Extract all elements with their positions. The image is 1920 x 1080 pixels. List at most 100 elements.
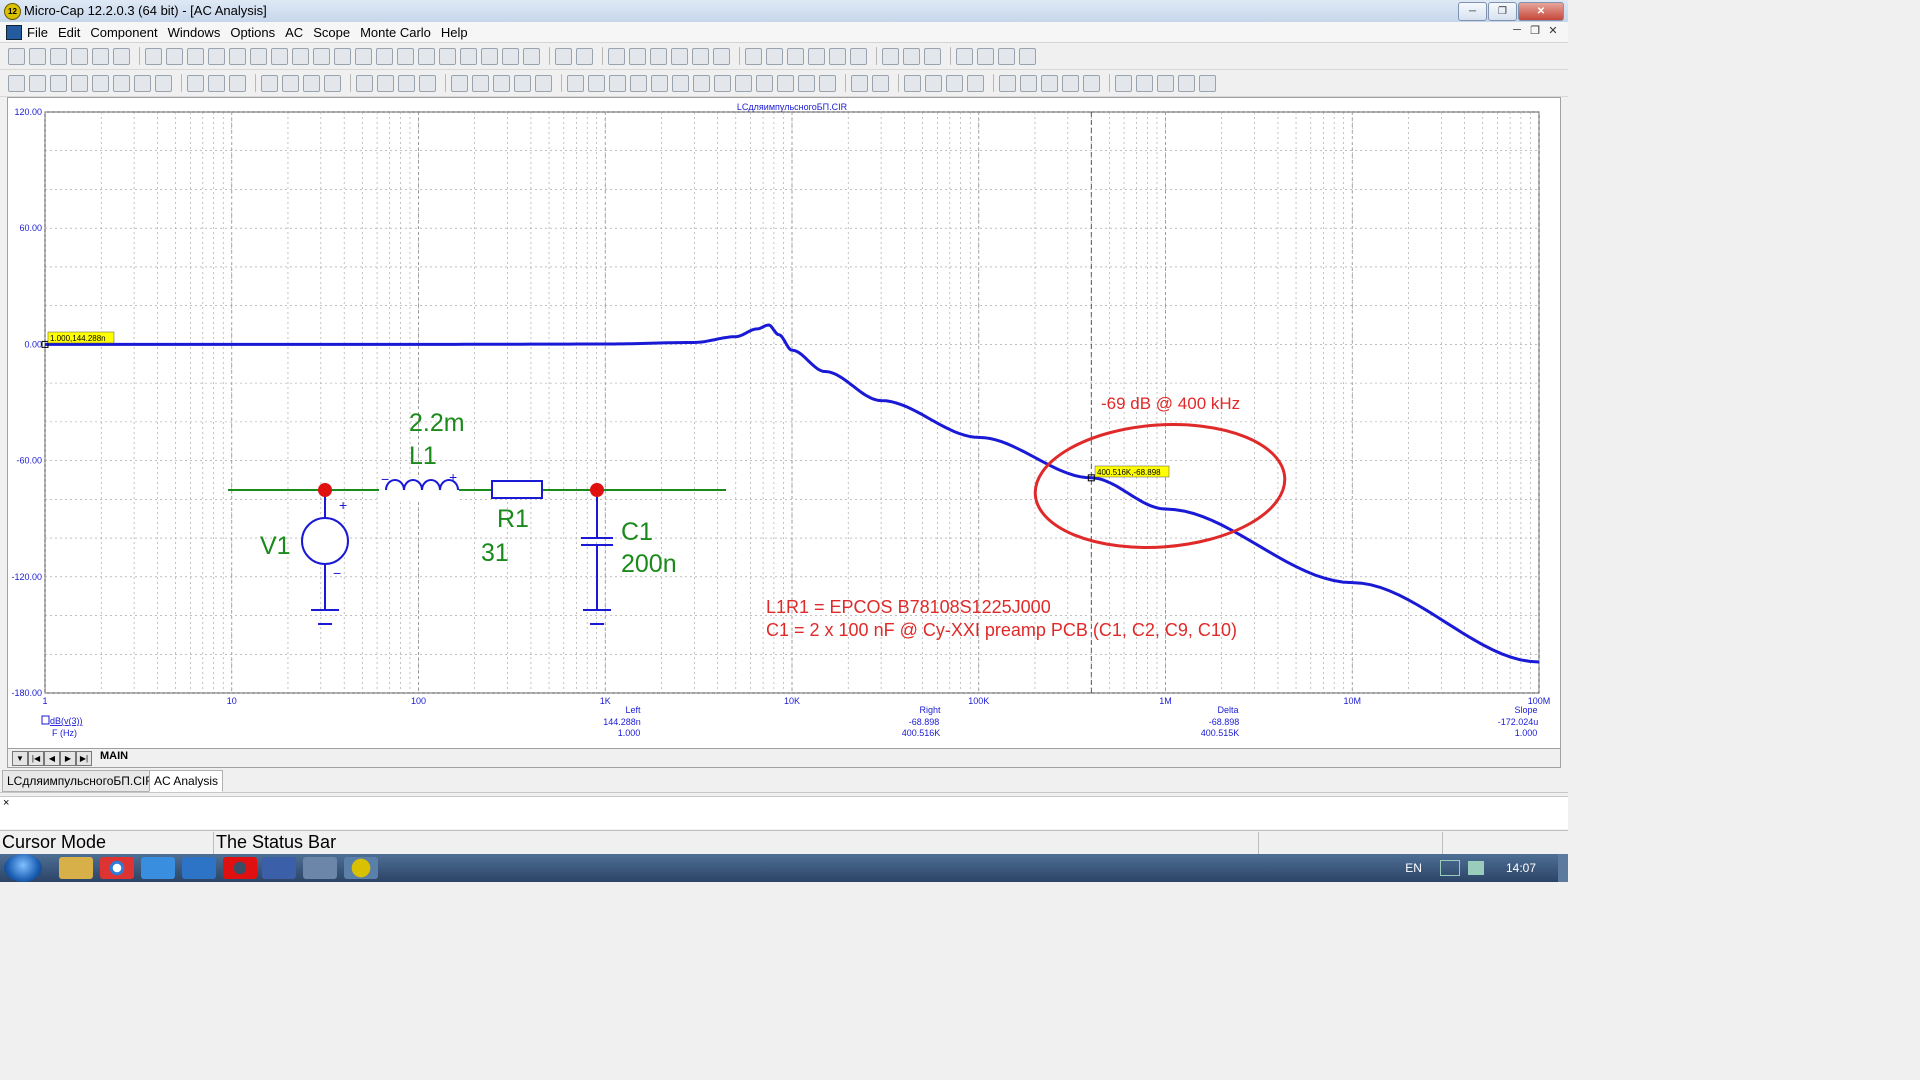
mdi-close-icon[interactable]: ✕ [1544, 24, 1562, 37]
restore-button[interactable]: ❐ [1488, 2, 1517, 21]
mdi-minimize-icon[interactable]: ─ [1508, 24, 1526, 37]
analysis-tool-icon[interactable] [904, 74, 921, 92]
save-disk-icon[interactable] [262, 857, 296, 879]
analysis-tool-icon[interactable] [1136, 74, 1153, 92]
network-icon[interactable] [1467, 861, 1484, 875]
main-tool-icon[interactable] [29, 47, 46, 65]
analysis-tool-icon[interactable] [630, 74, 647, 92]
main-tool-icon[interactable] [166, 47, 183, 65]
menu-options[interactable]: Options [230, 25, 275, 40]
main-tool-icon[interactable] [502, 47, 519, 65]
menu-scope[interactable]: Scope [313, 25, 350, 40]
analysis-tool-icon[interactable] [377, 74, 394, 92]
analysis-tool-icon[interactable] [946, 74, 963, 92]
analysis-tool-icon[interactable] [187, 74, 204, 92]
main-tool-icon[interactable] [481, 47, 498, 65]
main-tool-icon[interactable] [523, 47, 540, 65]
main-tool-icon[interactable] [576, 47, 593, 65]
main-tool-icon[interactable] [808, 47, 825, 65]
prev-page-button[interactable]: ◀ [44, 751, 60, 766]
analysis-tool-icon[interactable] [229, 74, 246, 92]
analysis-tool-icon[interactable] [1083, 74, 1100, 92]
close-button[interactable]: ✕ [1518, 2, 1564, 21]
analysis-tool-icon[interactable] [651, 74, 668, 92]
analysis-tool-icon[interactable] [872, 74, 889, 92]
app-window-icon[interactable] [182, 857, 216, 879]
first-page-button[interactable]: |◀ [28, 751, 44, 766]
clock[interactable]: 14:07 [1506, 861, 1536, 875]
main-tool-icon[interactable] [439, 47, 456, 65]
analysis-tool-icon[interactable] [419, 74, 436, 92]
analysis-tool-icon[interactable] [261, 74, 278, 92]
main-tool-icon[interactable] [608, 47, 625, 65]
analysis-tool-icon[interactable] [29, 74, 46, 92]
analysis-tool-icon[interactable] [999, 74, 1016, 92]
menu-ac[interactable]: AC [285, 25, 303, 40]
main-tool-icon[interactable] [882, 47, 899, 65]
analysis-tool-icon[interactable] [1020, 74, 1037, 92]
main-tool-icon[interactable] [187, 47, 204, 65]
last-page-button[interactable]: ▶| [76, 751, 92, 766]
internet-explorer-icon[interactable] [141, 857, 175, 879]
menu-edit[interactable]: Edit [58, 25, 80, 40]
main-tool-icon[interactable] [998, 47, 1015, 65]
analysis-tool-icon[interactable] [303, 74, 320, 92]
main-tool-icon[interactable] [113, 47, 130, 65]
main-tool-icon[interactable] [956, 47, 973, 65]
opera-icon[interactable] [223, 857, 257, 879]
main-tool-icon[interactable] [250, 47, 267, 65]
main-tool-icon[interactable] [903, 47, 920, 65]
main-tool-icon[interactable] [766, 47, 783, 65]
output-close-icon[interactable]: × [3, 797, 9, 809]
analysis-tool-icon[interactable] [324, 74, 341, 92]
main-tool-icon[interactable] [555, 47, 572, 65]
analysis-tool-icon[interactable] [735, 74, 752, 92]
main-tool-icon[interactable] [745, 47, 762, 65]
main-tool-icon[interactable] [1019, 47, 1036, 65]
analysis-tool-icon[interactable] [588, 74, 605, 92]
analysis-tool-icon[interactable] [50, 74, 67, 92]
menu-windows[interactable]: Windows [168, 25, 221, 40]
next-page-button[interactable]: ▶ [60, 751, 76, 766]
analysis-tool-icon[interactable] [514, 74, 531, 92]
analysis-tool-icon[interactable] [155, 74, 172, 92]
main-tool-icon[interactable] [977, 47, 994, 65]
analysis-tool-icon[interactable] [851, 74, 868, 92]
analysis-tool-icon[interactable] [1115, 74, 1132, 92]
minimize-button[interactable]: ─ [1458, 2, 1487, 21]
analysis-tool-icon[interactable] [398, 74, 415, 92]
main-tool-icon[interactable] [418, 47, 435, 65]
main-tool-icon[interactable] [208, 47, 225, 65]
main-tool-icon[interactable] [145, 47, 162, 65]
analysis-tool-icon[interactable] [819, 74, 836, 92]
analysis-tool-icon[interactable] [472, 74, 489, 92]
analysis-tool-icon[interactable] [967, 74, 984, 92]
analysis-tool-icon[interactable] [1157, 74, 1174, 92]
window-manager-icon[interactable] [303, 857, 337, 879]
analysis-tool-icon[interactable] [756, 74, 773, 92]
main-tool-icon[interactable] [355, 47, 372, 65]
analysis-tool-icon[interactable] [714, 74, 731, 92]
y-trace-label[interactable]: dB(v(3)) [50, 716, 83, 726]
show-hidden-icons-icon[interactable] [1439, 860, 1460, 876]
main-tool-icon[interactable] [713, 47, 730, 65]
tab-ac-analysis[interactable]: AC Analysis [149, 770, 224, 792]
analysis-tool-icon[interactable] [71, 74, 88, 92]
analysis-tool-icon[interactable] [567, 74, 584, 92]
analysis-tool-icon[interactable] [451, 74, 468, 92]
main-tool-icon[interactable] [650, 47, 667, 65]
main-tool-icon[interactable] [692, 47, 709, 65]
main-tool-icon[interactable] [271, 47, 288, 65]
plot-area[interactable]: LCдляимпульсногоБП.CIR 120.00 60.00 0.00 -6… [7, 97, 1561, 749]
main-tool-icon[interactable] [671, 47, 688, 65]
analysis-tool-icon[interactable] [356, 74, 373, 92]
page-tab-main[interactable]: MAIN [100, 750, 128, 762]
main-tool-icon[interactable] [629, 47, 646, 65]
analysis-tool-icon[interactable] [8, 74, 25, 92]
analysis-tool-icon[interactable] [798, 74, 815, 92]
analysis-tool-icon[interactable] [282, 74, 299, 92]
ac-analysis-plot[interactable]: LCдляимпульсногоБП.CIR 120.00 60.00 0.00 -6… [8, 98, 1560, 748]
analysis-tool-icon[interactable] [493, 74, 510, 92]
analysis-tool-icon[interactable] [208, 74, 225, 92]
main-tool-icon[interactable] [229, 47, 246, 65]
